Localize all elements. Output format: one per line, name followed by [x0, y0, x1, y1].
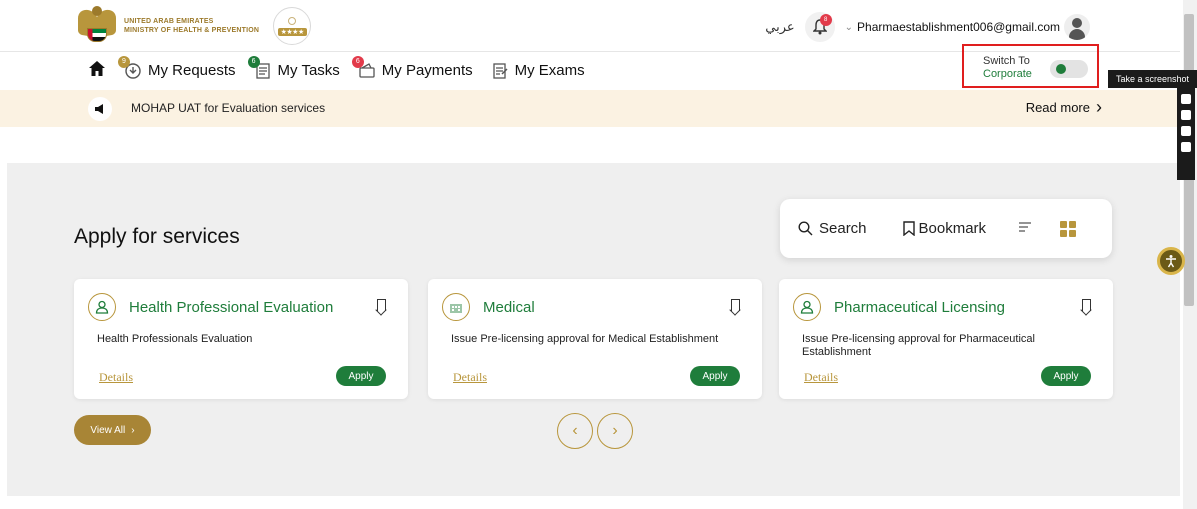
page-title: Apply for services	[74, 225, 240, 248]
switch-corporate-toggle[interactable]	[1050, 60, 1088, 78]
camera-icon[interactable]	[1181, 94, 1191, 104]
chevron-down-icon: ⌄	[844, 21, 854, 33]
search-button[interactable]: Search	[798, 220, 867, 237]
service-card[interactable]: Medical Issue Pre-licensing approval for…	[428, 279, 762, 399]
notification-count-badge: 8	[819, 14, 832, 26]
announcement-bar: MOHAP UAT for Evaluation services Read m…	[0, 90, 1180, 127]
details-link[interactable]: Details	[453, 370, 487, 385]
switch-to-text: Switch To	[983, 55, 1030, 67]
nav-item-my-payments[interactable]: 6 My Payments	[351, 55, 473, 81]
service-card[interactable]: Pharmaceutical Licensing Issue Pre-licen…	[779, 279, 1113, 399]
carousel-next-button[interactable]: ›	[597, 413, 633, 449]
home-icon[interactable]	[88, 60, 106, 81]
bookmark-filter-button[interactable]: Bookmark	[902, 220, 987, 237]
services-section: Apply for services Search Bookmark Healt…	[7, 163, 1180, 496]
view-all-label: View All	[90, 424, 126, 436]
nav-item-my-tasks[interactable]: 6 My Tasks	[247, 55, 340, 81]
bookmark-icon[interactable]	[377, 299, 386, 311]
avatar	[1064, 14, 1090, 40]
carousel-pager: ‹ ›	[557, 413, 633, 449]
service-card-description: Health Professionals Evaluation	[97, 333, 253, 345]
nav-item-my-exams[interactable]: My Exams	[489, 61, 585, 81]
switch-target-text: Corporate	[983, 68, 1032, 80]
accessibility-icon[interactable]	[1157, 247, 1185, 275]
nav-item-my-requests[interactable]: 9 My Requests	[118, 55, 236, 81]
apply-button[interactable]: Apply	[336, 366, 386, 386]
header-actions: عربي 8 ⌄ Pharmaestablishment006@gmail.co…	[765, 12, 1090, 42]
payments-icon: 6	[351, 55, 378, 81]
star-rating-stars: ★★★★	[277, 27, 307, 36]
bookmark-icon[interactable]	[731, 299, 740, 311]
grid-view-icon[interactable]	[1060, 220, 1077, 237]
carousel-prev-button[interactable]: ‹	[557, 413, 593, 449]
video-icon[interactable]	[1181, 110, 1191, 120]
nav-label-my-exams: My Exams	[514, 62, 585, 79]
search-label: Search	[819, 220, 867, 237]
switch-account-highlight: Switch To Corporate	[962, 44, 1099, 88]
nav-label-my-tasks: My Tasks	[277, 62, 340, 79]
search-icon	[798, 221, 813, 236]
window-icon[interactable]	[1181, 126, 1191, 136]
exams-icon	[489, 61, 511, 81]
uae-emblem-icon	[78, 6, 116, 46]
announcement-text: MOHAP UAT for Evaluation services	[131, 101, 326, 115]
user-email: Pharmaestablishment006@gmail.com	[857, 20, 1060, 34]
read-more-link[interactable]: Read more ›	[1025, 97, 1102, 117]
person-icon	[88, 293, 116, 321]
notifications-button[interactable]: 8	[804, 12, 835, 42]
chevron-right-icon: ›	[1096, 97, 1102, 117]
bookmark-icon	[902, 221, 915, 236]
ministry-line-1: UNITED ARAB EMIRATES	[124, 18, 214, 25]
services-toolbar: Search Bookmark	[780, 199, 1112, 258]
tasks-icon: 6	[247, 55, 274, 81]
service-card-title[interactable]: Health Professional Evaluation	[129, 299, 333, 316]
ministry-logo[interactable]: UNITED ARAB EMIRATES MINISTRY OF HEALTH …	[78, 6, 312, 46]
ministry-line-2: MINISTRY OF HEALTH & PREVENTION	[124, 27, 260, 34]
payments-count-badge: 6	[351, 55, 364, 68]
requests-count-badge: 9	[118, 55, 130, 68]
star-rating-badge: ★★★★	[273, 7, 312, 45]
service-card-description: Issue Pre-licensing approval for Pharmac…	[802, 333, 1035, 358]
nav-label-my-payments: My Payments	[381, 62, 473, 79]
screenshot-toolbar	[1177, 88, 1195, 180]
building-icon	[442, 293, 470, 321]
chevron-right-icon: ›	[131, 424, 135, 436]
switch-label: Switch To Corporate	[983, 55, 1032, 81]
screenshot-tooltip: Take a screenshot	[1108, 70, 1197, 88]
page: UNITED ARAB EMIRATES MINISTRY OF HEALTH …	[0, 0, 1197, 509]
list-view-icon[interactable]	[1018, 220, 1032, 238]
service-card-title[interactable]: Medical	[483, 299, 535, 316]
user-menu[interactable]: ⌄ Pharmaestablishment006@gmail.com	[845, 14, 1090, 40]
apply-button[interactable]: Apply	[690, 366, 740, 386]
service-card-title[interactable]: Pharmaceutical Licensing	[834, 299, 1005, 316]
nav-label-my-requests: My Requests	[148, 62, 236, 79]
megaphone-icon	[88, 97, 112, 121]
details-link[interactable]: Details	[804, 370, 838, 385]
gear-icon[interactable]	[1181, 142, 1191, 152]
apply-button[interactable]: Apply	[1041, 366, 1091, 386]
details-link[interactable]: Details	[99, 370, 133, 385]
service-card[interactable]: Health Professional Evaluation Health Pr…	[74, 279, 408, 399]
view-all-button[interactable]: View All ›	[74, 415, 151, 445]
service-card-description: Issue Pre-licensing approval for Medical…	[451, 333, 719, 345]
read-more-label: Read more	[1025, 99, 1090, 115]
person-icon	[793, 293, 821, 321]
tasks-count-badge: 6	[247, 55, 260, 68]
bookmark-label: Bookmark	[918, 220, 987, 237]
requests-icon: 9	[118, 55, 144, 81]
bookmark-icon[interactable]	[1082, 299, 1091, 311]
ministry-name: UNITED ARAB EMIRATES MINISTRY OF HEALTH …	[124, 17, 259, 35]
language-switch[interactable]: عربي	[765, 19, 794, 35]
